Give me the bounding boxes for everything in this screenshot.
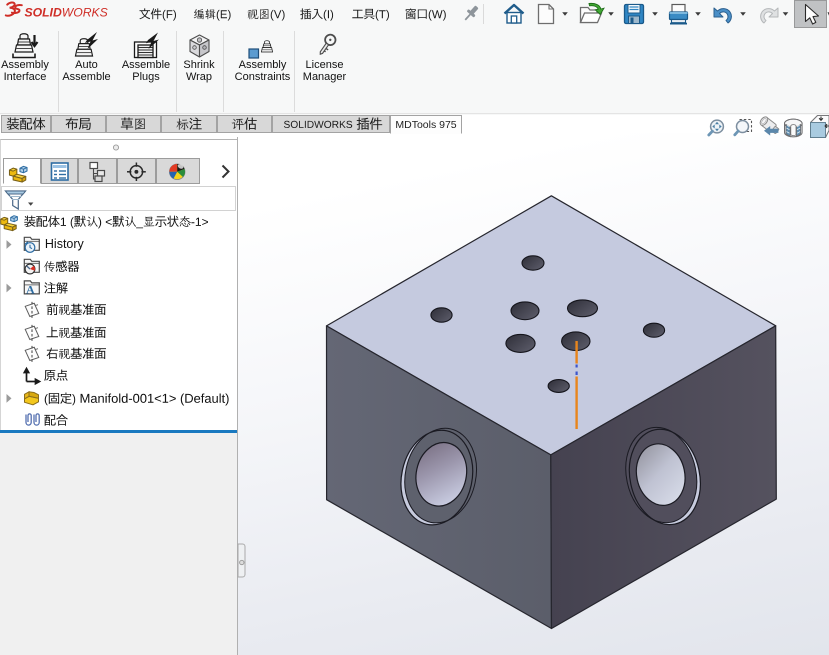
svg-text:SOLIDWORKS: SOLIDWORKS: [25, 6, 108, 20]
svg-text:A: A: [26, 283, 35, 297]
